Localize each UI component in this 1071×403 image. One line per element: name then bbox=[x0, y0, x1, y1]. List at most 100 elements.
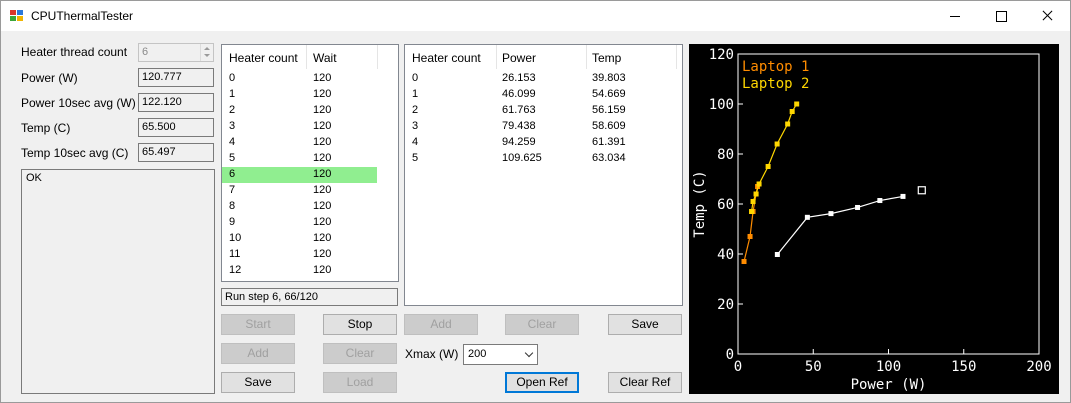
schedule-header-heater-count[interactable]: Heater count bbox=[229, 51, 298, 65]
results-cell: 94.259 bbox=[502, 136, 536, 148]
status-log[interactable]: OK bbox=[21, 169, 215, 394]
maximize-button[interactable] bbox=[978, 1, 1024, 31]
results-header-power[interactable]: Power bbox=[502, 51, 536, 65]
schedule-header: Heater count Wait bbox=[222, 45, 398, 71]
x-tick-label: 200 bbox=[1026, 359, 1051, 375]
start-button[interactable]: Start bbox=[221, 314, 295, 335]
results-cell: 46.099 bbox=[502, 88, 536, 100]
open-ref-button[interactable]: Open Ref bbox=[505, 372, 579, 393]
results-cell: 26.153 bbox=[502, 72, 536, 84]
schedule-header-wait[interactable]: Wait bbox=[313, 51, 337, 65]
results-clear-button[interactable]: Clear bbox=[505, 314, 579, 335]
schedule-row[interactable]: 11 120 bbox=[222, 247, 398, 263]
schedule-cell: 120 bbox=[313, 120, 332, 132]
schedule-cell: 4 bbox=[229, 136, 236, 148]
schedule-row[interactable]: 1 120 bbox=[222, 87, 398, 103]
temp-field: 65.500 bbox=[138, 118, 214, 137]
results-save-button[interactable]: Save bbox=[608, 314, 682, 335]
y-tick-label: 60 bbox=[717, 197, 734, 213]
data-point bbox=[741, 259, 747, 264]
schedule-cell: 120 bbox=[313, 184, 332, 196]
schedule-cell: 0 bbox=[229, 72, 236, 84]
schedule-row[interactable]: 9 120 bbox=[222, 215, 398, 231]
schedule-row[interactable]: 0 120 bbox=[222, 71, 398, 87]
schedule-cell: 120 bbox=[313, 72, 332, 84]
results-cell: 109.625 bbox=[502, 152, 542, 164]
spinner-arrows-icon[interactable] bbox=[200, 44, 213, 61]
chart-svg: 0 50 100 150 200 0 20 40 60 80 100 120 Power (W) Temp… bbox=[692, 47, 1052, 393]
data-point bbox=[749, 209, 755, 214]
series-line bbox=[743, 186, 759, 262]
results-row[interactable]: 5 109.625 63.034 bbox=[405, 151, 682, 167]
close-button[interactable] bbox=[1024, 1, 1070, 31]
legend-entry: Laptop 1 bbox=[742, 59, 809, 75]
schedule-rows: 0 120 1 120 2 120 3 120 4 120 5 120 6 120 7 120 8 120 9 120… bbox=[222, 71, 398, 279]
results-cell: 3 bbox=[412, 120, 419, 132]
power-avg-field: 122.120 bbox=[138, 93, 214, 112]
minimize-button[interactable] bbox=[932, 1, 978, 31]
schedule-cell: 6 bbox=[229, 168, 236, 180]
results-header-temp[interactable]: Temp bbox=[592, 51, 621, 65]
temp-avg-field: 65.497 bbox=[138, 143, 214, 162]
results-row[interactable]: 0 26.153 39.803 bbox=[405, 71, 682, 87]
stop-button[interactable]: Stop bbox=[323, 314, 397, 335]
xmax-value: 200 bbox=[468, 348, 487, 360]
power-label: Power (W) bbox=[21, 71, 78, 85]
schedule-row[interactable]: 10 120 bbox=[222, 231, 398, 247]
results-cell: 5 bbox=[412, 152, 419, 164]
power-avg-label: Power 10sec avg (W) bbox=[21, 96, 136, 110]
y-tick-label: 0 bbox=[726, 347, 734, 363]
app-icon bbox=[10, 10, 24, 22]
x-tick-label: 50 bbox=[805, 359, 822, 375]
schedule-row[interactable]: 7 120 bbox=[222, 183, 398, 199]
data-point bbox=[747, 234, 753, 239]
schedule-add-button[interactable]: Add bbox=[221, 343, 295, 364]
data-point bbox=[855, 204, 861, 210]
schedule-cell: 120 bbox=[313, 216, 332, 228]
results-row[interactable]: 2 61.763 56.159 bbox=[405, 103, 682, 119]
schedule-cell: 120 bbox=[313, 200, 332, 212]
power-field: 120.777 bbox=[138, 68, 214, 87]
app-window: CPUThermalTester Heater thread count 6 P… bbox=[0, 0, 1071, 403]
schedule-cell: 120 bbox=[313, 88, 332, 100]
temp-label: Temp (C) bbox=[21, 121, 71, 135]
schedule-cell: 120 bbox=[313, 168, 332, 180]
y-tick-label: 100 bbox=[709, 97, 734, 113]
schedule-list[interactable]: Heater count Wait 0 120 1 120 2 120 3 120 4 120 5 1… bbox=[221, 44, 399, 282]
title-bar: CPUThermalTester bbox=[1, 1, 1070, 31]
results-rows: 0 26.153 39.803 1 46.099 54.669 2 61.763 56.159 3… bbox=[405, 71, 682, 167]
xmax-select[interactable]: 200 bbox=[463, 344, 538, 365]
schedule-clear-button[interactable]: Clear bbox=[323, 343, 397, 364]
x-tick-label: 150 bbox=[951, 359, 976, 375]
schedule-cell: 1 bbox=[229, 88, 236, 100]
results-row[interactable]: 4 94.259 61.391 bbox=[405, 135, 682, 151]
schedule-row[interactable]: 4 120 bbox=[222, 135, 398, 151]
data-point bbox=[753, 191, 759, 197]
thermal-chart: 0 50 100 150 200 0 20 40 60 80 100 120 Power (W) Temp… bbox=[689, 44, 1059, 394]
schedule-row[interactable]: 5 120 bbox=[222, 151, 398, 167]
results-row[interactable]: 1 46.099 54.669 bbox=[405, 87, 682, 103]
schedule-cell: 120 bbox=[313, 232, 332, 244]
schedule-row[interactable]: 3 120 bbox=[222, 119, 398, 135]
schedule-row[interactable]: 8 120 bbox=[222, 199, 398, 215]
schedule-row[interactable]: 2 120 bbox=[222, 103, 398, 119]
schedule-save-button[interactable]: Save bbox=[221, 372, 295, 393]
schedule-row[interactable]: 6 120 bbox=[222, 167, 377, 183]
y-axis-label: Temp (C) bbox=[692, 170, 708, 237]
results-list[interactable]: Heater count Power Temp 0 26.153 39.803 1 46… bbox=[404, 44, 683, 306]
schedule-row[interactable]: 12 120 bbox=[222, 263, 398, 279]
data-point bbox=[828, 211, 834, 217]
results-cell: 54.669 bbox=[592, 88, 626, 100]
schedule-cell: 7 bbox=[229, 184, 236, 196]
clear-ref-button[interactable]: Clear Ref bbox=[608, 372, 682, 393]
xmax-label: Xmax (W) bbox=[405, 347, 459, 361]
series-line bbox=[776, 195, 904, 255]
y-tick-label: 20 bbox=[717, 297, 734, 313]
heater-thread-count-stepper[interactable]: 6 bbox=[138, 43, 214, 62]
schedule-load-button[interactable]: Load bbox=[323, 372, 397, 393]
results-add-button[interactable]: Add bbox=[404, 314, 478, 335]
status-text: OK bbox=[26, 172, 42, 184]
results-row[interactable]: 3 79.438 58.609 bbox=[405, 119, 682, 135]
data-point bbox=[877, 198, 883, 204]
results-header-heater-count[interactable]: Heater count bbox=[412, 51, 481, 65]
